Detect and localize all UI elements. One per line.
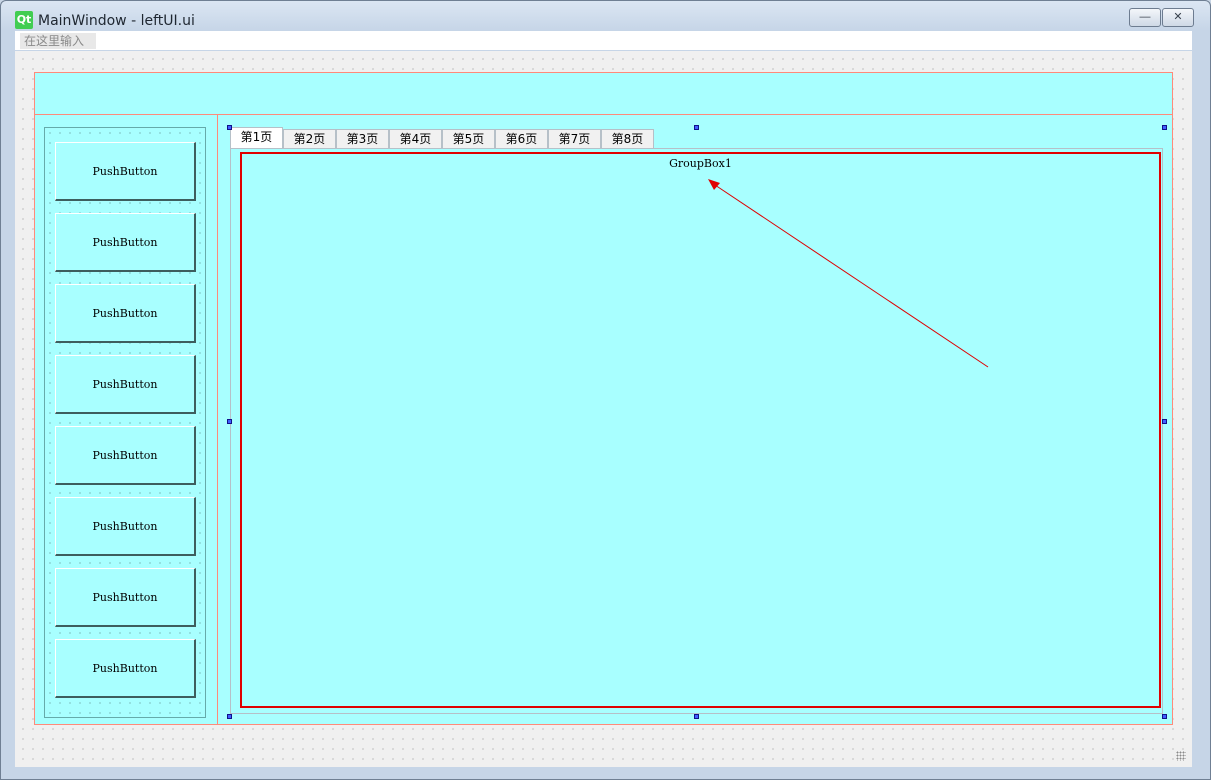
selection-handle-top-left[interactable] (227, 125, 232, 130)
left-panel[interactable]: PushButton PushButton PushButton PushBut… (35, 115, 218, 724)
menu-bar: 在这里输入 (15, 31, 1192, 50)
selection-handle-bottom-left[interactable] (227, 714, 232, 719)
group-box[interactable]: GroupBox1 (240, 152, 1161, 708)
tab-widget[interactable]: 第1页 第2页 第3页 第4页 第5页 第6页 第7页 第8页 GroupBox… (230, 127, 1165, 716)
selection-handle-bottom-right[interactable] (1162, 714, 1167, 719)
main-window: Qt MainWindow - leftUI.ui — ✕ 在这里输入 Push… (0, 0, 1211, 780)
left-button-frame[interactable]: PushButton PushButton PushButton PushBut… (44, 127, 206, 718)
menu-placeholder-entry[interactable]: 在这里输入 (20, 33, 96, 49)
tab-page-3[interactable]: 第3页 (336, 129, 389, 148)
resize-grip-icon[interactable] (1176, 751, 1186, 761)
push-button-3[interactable]: PushButton (55, 284, 196, 343)
tab-page-2[interactable]: 第2页 (283, 129, 336, 148)
push-button-8[interactable]: PushButton (55, 639, 196, 698)
push-button-6[interactable]: PushButton (55, 497, 196, 556)
group-box-title: GroupBox1 (669, 157, 732, 170)
tab-page-5[interactable]: 第5页 (442, 129, 495, 148)
push-button-4[interactable]: PushButton (55, 355, 196, 414)
tab-page-7[interactable]: 第7页 (548, 129, 601, 148)
top-bar-widget[interactable] (35, 73, 1172, 115)
tab-page-8[interactable]: 第8页 (601, 129, 654, 148)
tab-bar: 第1页 第2页 第3页 第4页 第5页 第6页 第7页 第8页 (230, 127, 654, 148)
tab-page-4[interactable]: 第4页 (389, 129, 442, 148)
selection-handle-middle-right[interactable] (1162, 419, 1167, 424)
push-button-7[interactable]: PushButton (55, 568, 196, 627)
qt-logo-icon: Qt (15, 11, 33, 29)
selection-handle-bottom-center[interactable] (694, 714, 699, 719)
window-title: MainWindow - leftUI.ui (38, 13, 195, 29)
minimize-icon: — (1139, 11, 1151, 23)
minimize-button[interactable]: — (1129, 8, 1161, 27)
right-panel[interactable]: 第1页 第2页 第3页 第4页 第5页 第6页 第7页 第8页 GroupBox… (218, 115, 1172, 724)
designer-canvas: PushButton PushButton PushButton PushBut… (15, 51, 1192, 767)
tab-page-1[interactable]: 第1页 (230, 127, 283, 148)
push-button-1[interactable]: PushButton (55, 142, 196, 201)
close-button[interactable]: ✕ (1162, 8, 1194, 27)
selection-handle-top-center[interactable] (694, 125, 699, 130)
selection-handle-top-right[interactable] (1162, 125, 1167, 130)
title-bar[interactable]: Qt MainWindow - leftUI.ui — ✕ (1, 1, 1210, 31)
push-button-2[interactable]: PushButton (55, 213, 196, 272)
selection-handle-middle-left[interactable] (227, 419, 232, 424)
push-button-5[interactable]: PushButton (55, 426, 196, 485)
tab-pane[interactable]: GroupBox1 (230, 148, 1163, 714)
close-icon: ✕ (1173, 11, 1183, 23)
central-widget[interactable]: PushButton PushButton PushButton PushBut… (34, 72, 1173, 725)
tab-page-6[interactable]: 第6页 (495, 129, 548, 148)
